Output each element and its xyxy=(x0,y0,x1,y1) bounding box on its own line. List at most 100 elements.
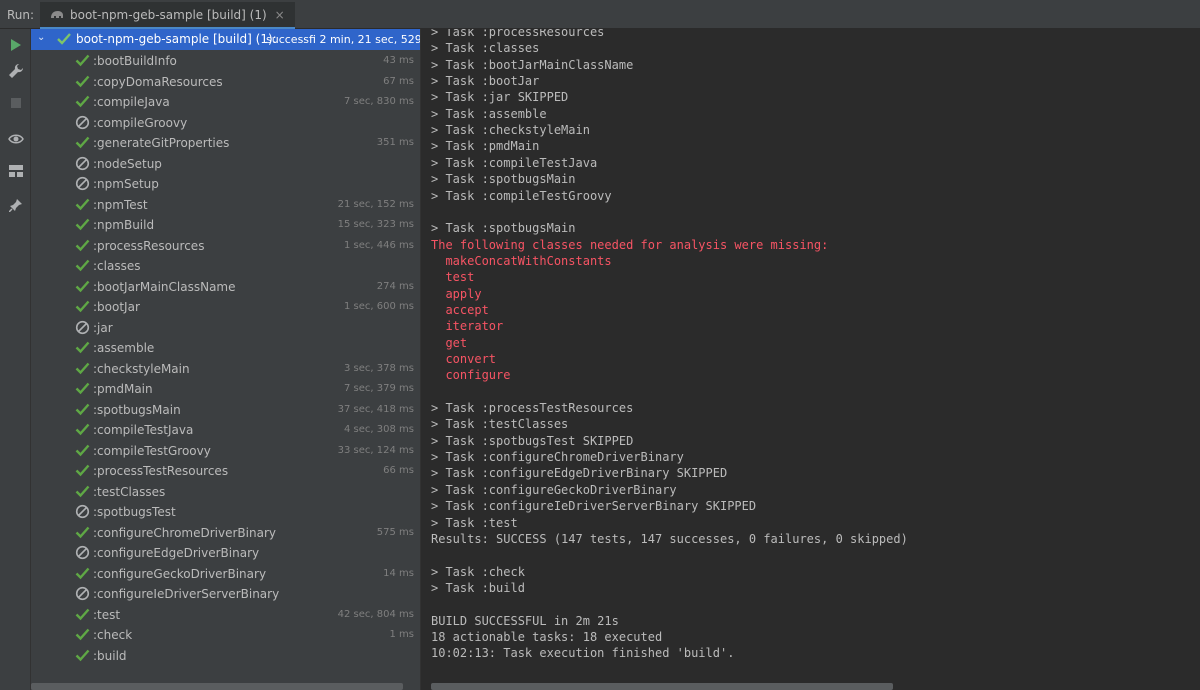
task-row[interactable]: :classes xyxy=(31,256,420,276)
task-row[interactable]: :nodeSetup xyxy=(31,154,420,174)
task-row[interactable]: :processResources 1 sec, 446 ms xyxy=(31,236,420,256)
task-row[interactable]: :configureEdgeDriverBinary xyxy=(31,543,420,563)
console-line: > Task :pmdMain xyxy=(431,139,540,154)
task-row[interactable]: :bootBuildInfo 43 ms xyxy=(31,51,420,71)
console-line: BUILD SUCCESSFUL in 2m 21s xyxy=(431,613,619,628)
task-row[interactable]: :assemble xyxy=(31,338,420,358)
console-line: > Task :compileTestJava xyxy=(431,155,598,170)
task-row[interactable]: :check 1 ms xyxy=(31,625,420,645)
close-tab-icon[interactable]: × xyxy=(275,8,285,22)
run-tab[interactable]: boot-npm-geb-sample [build] (1) × xyxy=(40,2,295,29)
task-row[interactable]: :build xyxy=(31,646,420,666)
task-duration: 7 sec, 379 ms xyxy=(344,383,414,394)
task-row[interactable]: :npmTest 21 sec, 152 ms xyxy=(31,195,420,215)
task-duration: 43 ms xyxy=(383,55,414,66)
task-row[interactable]: :compileTestJava 4 sec, 308 ms xyxy=(31,420,420,440)
task-label: :compileGroovy xyxy=(93,115,188,130)
play-icon[interactable] xyxy=(6,35,26,55)
console-line: > Task :configureEdgeDriverBinary SKIPPE… xyxy=(431,466,728,481)
console-line: > Task :configureGeckoDriverBinary xyxy=(431,482,677,497)
check-icon xyxy=(75,259,90,272)
check-icon xyxy=(75,628,90,641)
task-duration: 3 sec, 378 ms xyxy=(344,362,414,374)
check-icon xyxy=(75,341,90,354)
task-duration: 7 sec, 830 ms xyxy=(344,96,414,107)
task-row[interactable]: :bootJar 1 sec, 600 ms xyxy=(31,297,420,317)
skipped-icon xyxy=(75,156,90,170)
task-row[interactable]: :copyDomaResources 67 ms xyxy=(31,72,420,92)
task-label: :checkstyleMain xyxy=(93,361,190,376)
check-icon xyxy=(75,239,90,251)
check-icon xyxy=(75,54,90,67)
check-icon xyxy=(75,526,90,538)
check-icon xyxy=(75,567,90,579)
task-row[interactable]: :generateGitProperties 351 ms xyxy=(31,133,420,153)
root-task-status: successfi 2 min, 21 sec, 529 ms xyxy=(266,33,420,46)
console-line: > Task :configureChromeDriverBinary xyxy=(431,450,684,465)
console-line: Results: SUCCESS (147 tests, 147 success… xyxy=(431,531,908,546)
console-line: > Task :jar SKIPPED xyxy=(431,90,569,105)
task-label: :compileTestJava xyxy=(93,423,194,437)
console-line: makeConcatWithConstants xyxy=(431,253,612,268)
chevron-down-icon[interactable]: ⌄ xyxy=(37,32,45,43)
skipped-icon xyxy=(75,586,90,601)
task-row[interactable]: :configureIeDriverServerBinary xyxy=(31,584,420,604)
task-label: :test xyxy=(93,607,121,622)
task-row[interactable]: :bootJarMainClassName 274 ms xyxy=(31,277,420,297)
check-icon xyxy=(75,403,90,415)
console-line: > Task :classes xyxy=(431,41,540,56)
pin-icon[interactable] xyxy=(6,195,26,215)
console-line: > Task :checkstyleMain xyxy=(431,123,590,138)
task-row[interactable]: :jar xyxy=(31,318,420,338)
stop-icon[interactable] xyxy=(6,93,26,113)
task-row[interactable]: :configureGeckoDriverBinary 14 ms xyxy=(31,564,420,584)
task-row[interactable]: :npmBuild 15 sec, 323 ms xyxy=(31,215,420,235)
task-row[interactable]: :test 42 sec, 804 ms xyxy=(31,605,420,625)
task-duration: 14 ms xyxy=(383,567,414,579)
console-output[interactable]: > Task :processResources > Task :classes >… xyxy=(420,29,1200,690)
task-duration: 21 sec, 152 ms xyxy=(337,198,414,210)
task-duration: 351 ms xyxy=(376,137,414,148)
console-line: > Task :assemble xyxy=(431,106,547,121)
eye-icon[interactable] xyxy=(6,129,26,149)
check-icon xyxy=(75,75,90,87)
skipped-icon xyxy=(75,320,90,334)
task-row[interactable]: :compileTestGroovy 33 sec, 124 ms xyxy=(31,441,420,461)
skipped-icon xyxy=(75,545,90,560)
skipped-icon xyxy=(75,504,90,519)
task-label: :spotbugsTest xyxy=(93,505,176,519)
task-row[interactable]: :checkstyleMain 3 sec, 378 ms xyxy=(31,359,420,379)
task-row[interactable]: :testClasses xyxy=(31,482,420,502)
task-label: :build xyxy=(93,648,127,663)
console-line: test xyxy=(431,270,475,285)
task-label: :bootJar xyxy=(93,300,140,314)
wrench-icon[interactable] xyxy=(6,61,26,81)
task-duration: 42 sec, 804 ms xyxy=(337,608,414,620)
task-label: :processTestResources xyxy=(93,464,229,478)
task-row[interactable]: :pmdMain 7 sec, 379 ms xyxy=(31,379,420,399)
task-row[interactable]: :compileJava 7 sec, 830 ms xyxy=(31,92,420,112)
task-row[interactable]: :processTestResources 66 ms xyxy=(31,461,420,481)
task-label: :processResources xyxy=(93,238,205,253)
console-line: > Task :processResources xyxy=(431,29,605,39)
task-row[interactable]: :configureChromeDriverBinary 575 ms xyxy=(31,523,420,543)
task-row[interactable]: :compileGroovy xyxy=(31,113,420,133)
check-icon xyxy=(75,464,90,477)
check-icon xyxy=(75,136,90,149)
check-icon xyxy=(57,33,71,45)
tree-horizontal-scrollbar[interactable] xyxy=(31,683,403,690)
task-row[interactable]: :npmSetup xyxy=(31,174,420,194)
task-label: :spotbugsMain xyxy=(93,402,181,417)
task-row[interactable]: :spotbugsMain 37 sec, 418 ms xyxy=(31,400,420,420)
layout-icon[interactable] xyxy=(6,161,26,181)
task-label: :nodeSetup xyxy=(93,156,162,171)
check-icon xyxy=(75,608,90,620)
task-row[interactable]: :spotbugsTest xyxy=(31,502,420,522)
task-label: :classes xyxy=(93,259,141,273)
task-label: :compileTestGroovy xyxy=(93,443,211,458)
tree-root-node[interactable]: ⌄ boot-npm-geb-sample [build] (1): succe… xyxy=(31,29,420,50)
task-label: :copyDomaResources xyxy=(93,74,223,89)
task-duration: 1 sec, 446 ms xyxy=(344,239,414,251)
check-icon xyxy=(75,649,90,661)
console-horizontal-scrollbar[interactable] xyxy=(431,683,893,690)
